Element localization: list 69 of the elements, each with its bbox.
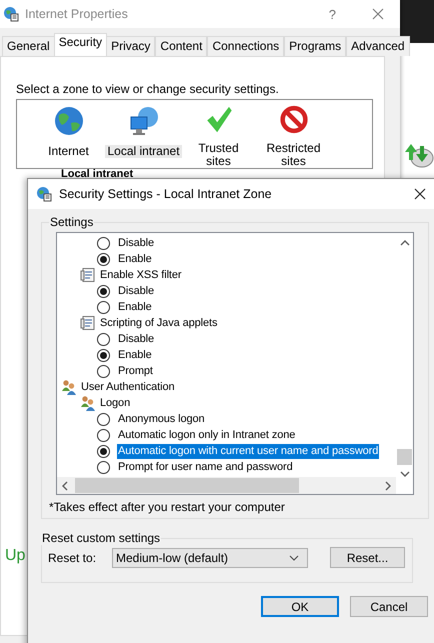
horizontal-scrollbar[interactable] bbox=[57, 477, 396, 494]
setting-group-name: User Authentication bbox=[81, 381, 174, 393]
reset-to-label: Reset to: bbox=[48, 550, 98, 564]
option-label[interactable]: Automatic logon with current user name and password bbox=[117, 444, 380, 458]
option-label[interactable]: Anonymous logon bbox=[117, 412, 206, 426]
dialog-title: Security Settings - Local Intranet Zone bbox=[59, 187, 272, 201]
tab[interactable]: Advanced bbox=[346, 36, 410, 56]
option-label[interactable]: Enable bbox=[117, 252, 153, 266]
group-label: Reset custom settings bbox=[41, 531, 162, 545]
dialog-button[interactable]: OK bbox=[261, 596, 339, 617]
radio-button[interactable] bbox=[97, 364, 110, 378]
radio-button[interactable] bbox=[97, 444, 110, 458]
setting-name: Enable XSS filter bbox=[100, 269, 182, 281]
dark-panel bbox=[400, 0, 434, 43]
dialog-button[interactable]: Cancel bbox=[350, 596, 428, 617]
tab[interactable]: Programs bbox=[284, 36, 346, 56]
status-text: Up bbox=[5, 547, 26, 565]
scroll-down-icon[interactable] bbox=[400, 471, 410, 477]
chevron-down-icon bbox=[289, 554, 299, 560]
prohibited-icon bbox=[278, 105, 310, 134]
option-label[interactable]: Enable bbox=[117, 300, 153, 314]
users-icon bbox=[61, 379, 77, 395]
reset-button[interactable]: Reset... bbox=[330, 547, 405, 568]
tab[interactable]: General bbox=[2, 36, 55, 56]
option-label[interactable]: Automatic logon only in Intranet zone bbox=[117, 428, 296, 442]
zone-item[interactable]: Local intranet bbox=[105, 145, 182, 158]
zone-item[interactable]: Internet bbox=[34, 145, 102, 158]
tab[interactable]: Privacy bbox=[106, 36, 156, 56]
radio-button[interactable] bbox=[97, 412, 110, 426]
setting-group-name: Logon bbox=[100, 397, 130, 409]
scroll-left-icon[interactable] bbox=[62, 480, 68, 490]
option-label[interactable]: Disable bbox=[117, 236, 155, 250]
computer-globe-icon bbox=[128, 105, 160, 137]
zone-heading: Local intranet bbox=[61, 168, 134, 180]
radio-button[interactable] bbox=[97, 284, 110, 298]
radio-button[interactable] bbox=[97, 236, 110, 250]
close-icon[interactable] bbox=[414, 188, 426, 200]
zone-item[interactable]: Restricted sites bbox=[260, 142, 328, 168]
option-label[interactable]: Enable bbox=[117, 348, 153, 362]
zone-prompt: Select a zone to view or change security settings. bbox=[16, 82, 280, 96]
globe-document-icon bbox=[36, 186, 52, 202]
group-label: Settings bbox=[49, 215, 94, 229]
globe-icon bbox=[52, 105, 84, 137]
script-icon bbox=[80, 315, 96, 331]
radio-button[interactable] bbox=[97, 252, 110, 266]
option-label[interactable]: Disable bbox=[117, 332, 155, 346]
radio-button[interactable] bbox=[97, 300, 110, 314]
globe-document-icon bbox=[3, 6, 19, 22]
users-icon bbox=[80, 395, 96, 411]
scroll-right-icon[interactable] bbox=[385, 480, 391, 490]
script-icon bbox=[80, 267, 96, 283]
reset-level-dropdown[interactable]: Medium-low (default) bbox=[112, 548, 308, 568]
scroll-thumb[interactable] bbox=[397, 449, 412, 465]
help-button[interactable]: ? bbox=[328, 6, 336, 22]
zone-item[interactable]: Trusted sites bbox=[184, 142, 252, 168]
option-label[interactable]: Disable bbox=[117, 284, 155, 298]
tab[interactable]: Connections bbox=[207, 36, 284, 56]
radio-button[interactable] bbox=[97, 428, 110, 442]
scroll-up-icon[interactable] bbox=[400, 240, 410, 246]
setting-name: Scripting of Java applets bbox=[100, 317, 218, 329]
window-title: Internet Properties bbox=[25, 7, 128, 21]
tab[interactable]: Security bbox=[54, 33, 108, 56]
option-label[interactable]: Prompt bbox=[117, 364, 154, 378]
radio-button[interactable] bbox=[97, 332, 110, 346]
radio-button[interactable] bbox=[97, 348, 110, 362]
tab[interactable]: Content bbox=[155, 36, 208, 56]
footnote: *Takes effect after you restart your computer bbox=[49, 500, 286, 514]
radio-button[interactable] bbox=[97, 460, 110, 474]
option-label[interactable]: Prompt for user name and password bbox=[117, 460, 294, 474]
